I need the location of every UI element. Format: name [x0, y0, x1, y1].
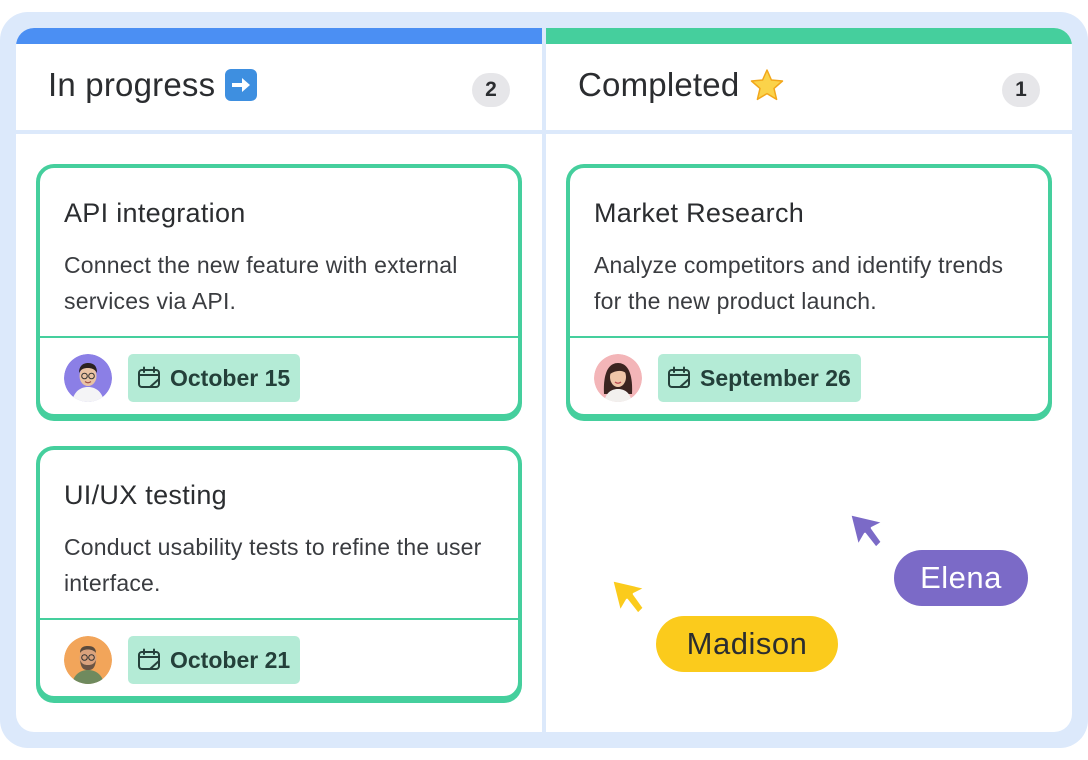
kanban-board: In progress 2 API integration Connect th… [16, 28, 1072, 732]
calendar-icon [668, 366, 690, 388]
arrow-right-emoji-icon [225, 69, 258, 101]
due-date-chip[interactable]: October 21 [128, 636, 301, 684]
column-title-text: Completed [578, 66, 740, 103]
due-date-chip[interactable]: September 26 [658, 354, 861, 402]
elena-cursor-icon [848, 512, 886, 550]
due-date-text: September 26 [700, 364, 851, 391]
column-in-progress: In progress 2 API integration Connect th… [16, 28, 542, 732]
card-description: Connect the new feature with external se… [64, 252, 458, 314]
task-card[interactable]: API integration Connect the new feature … [36, 164, 522, 418]
column-header[interactable]: Completed 1 [546, 44, 1072, 134]
card-title: UI/UX testing [64, 480, 227, 510]
column-header[interactable]: In progress 2 [16, 44, 542, 134]
column-accent-bar [16, 28, 542, 44]
user-avatar[interactable] [64, 636, 112, 684]
calendar-icon [138, 366, 160, 388]
card-description: Analyze competitors and identify trends … [594, 252, 1004, 314]
due-date-text: October 21 [170, 646, 291, 673]
card-description: Conduct usability tests to refine the us… [64, 534, 482, 596]
card-footer: October 21 [40, 618, 518, 696]
column-title-text: In progress [48, 66, 216, 103]
task-card[interactable]: UI/UX testing Conduct usability tests to… [36, 446, 522, 700]
column-count-badge: 2 [472, 73, 510, 107]
task-card[interactable]: Market Research Analyze competitors and … [566, 164, 1052, 418]
column-count-badge: 1 [1002, 73, 1040, 107]
card-footer: September 26 [570, 336, 1048, 414]
due-date-chip[interactable]: October 15 [128, 354, 301, 402]
due-date-text: October 15 [170, 364, 291, 391]
collaborator-cursor-label: Madison [656, 616, 838, 672]
column-title: Completed [578, 66, 785, 104]
user-avatar[interactable] [64, 354, 112, 402]
card-title: API integration [64, 198, 246, 228]
user-avatar[interactable] [594, 354, 642, 402]
calendar-icon [138, 648, 160, 670]
madison-cursor-icon [610, 578, 648, 616]
card-title: Market Research [594, 198, 805, 228]
collaborator-cursor-label: Elena [894, 550, 1028, 606]
column-title: In progress [48, 66, 258, 104]
star-emoji-icon [751, 69, 784, 101]
card-footer: October 15 [40, 336, 518, 414]
column-accent-bar [546, 28, 1072, 44]
